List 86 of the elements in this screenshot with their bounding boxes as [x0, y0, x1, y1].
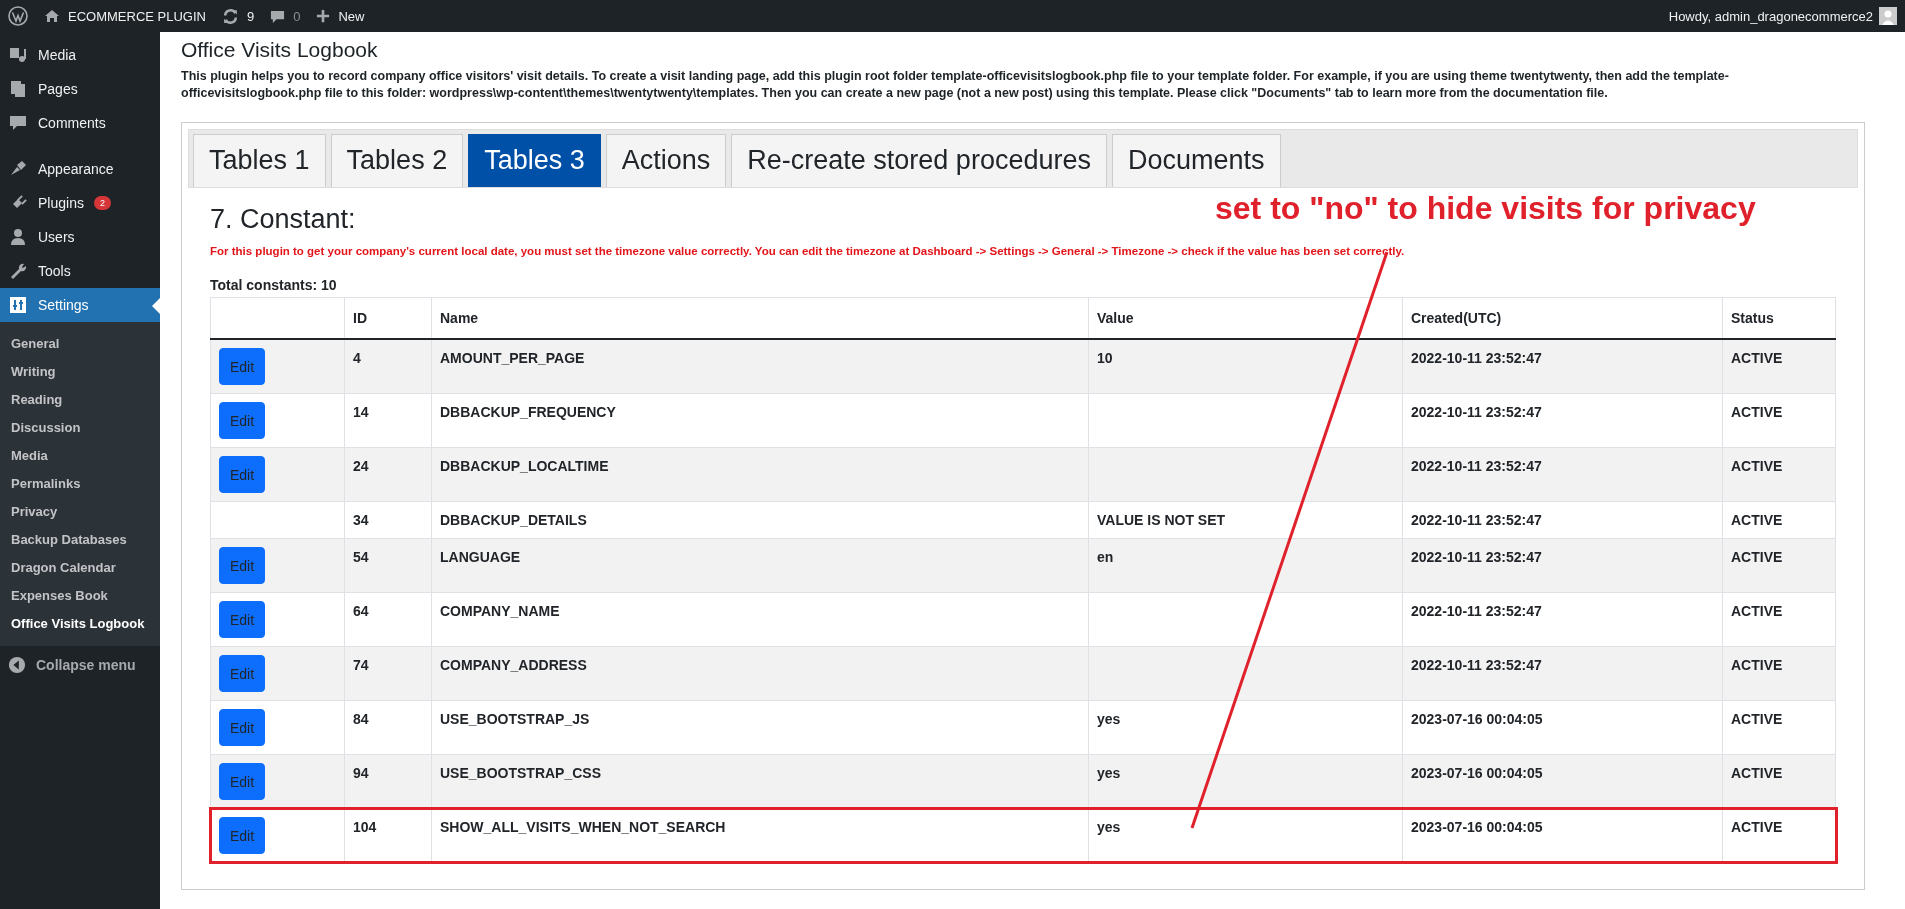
- table-cell: ACTIVE: [1722, 646, 1836, 701]
- submenu-item[interactable]: Backup Databases: [0, 526, 160, 554]
- sidebar-item[interactable]: Users: [0, 220, 160, 254]
- left-arrow-circle-icon: [8, 656, 26, 674]
- table-cell: 54: [344, 538, 432, 593]
- comments-link[interactable]: 0: [270, 8, 301, 24]
- user-greeting[interactable]: Howdy, admin_dragonecommerce2: [1668, 8, 1873, 24]
- tab[interactable]: Documents: [1111, 134, 1281, 187]
- sidebar-item[interactable]: Settings: [0, 288, 160, 322]
- tab[interactable]: Tables 2: [330, 134, 464, 187]
- submenu-item[interactable]: Writing: [0, 358, 160, 386]
- total-count: Total constants: 10: [210, 277, 338, 293]
- tab[interactable]: Tables 3: [468, 134, 601, 187]
- sliders-icon: [8, 295, 28, 315]
- table-cell: ACTIVE: [1722, 393, 1836, 448]
- avatar-icon: [1879, 7, 1897, 25]
- table-cell: yes: [1088, 754, 1403, 809]
- tab[interactable]: Re-create stored procedures: [731, 134, 1107, 187]
- table-cell: 2022-10-11 23:52:47: [1402, 592, 1723, 647]
- site-link[interactable]: ECOMMERCE PLUGIN: [44, 8, 206, 24]
- table-cell: 34: [344, 501, 432, 539]
- media-icon: [8, 45, 28, 65]
- table-cell: ACTIVE: [1722, 501, 1836, 539]
- table-cell: 2022-10-11 23:52:47: [1402, 447, 1723, 502]
- table-cell: DBBACKUP_DETAILS: [431, 501, 1089, 539]
- user-icon: [8, 227, 28, 247]
- sidebar-item[interactable]: Comments: [0, 106, 160, 140]
- sidebar-item[interactable]: Media: [0, 38, 160, 72]
- table-cell: 2022-10-11 23:52:47: [1402, 501, 1723, 539]
- new-link[interactable]: New: [316, 8, 365, 24]
- plugin-description: This plugin helps you to record company office visitors' visit details. To create a visit landing page, add this plugin root folder template-officevisitslogbook.php file to your template folder. For example, if you are using theme twentytwenty, then add the template-officevisitslogbook.php file to this folder: wordpress\wp-content\themes\twentytwenty\templates. Then you can create a new page (not a new post) using this template. Please click "Documents" tab to learn more from the documentation file.: [181, 68, 1730, 102]
- table-cell: ACTIVE: [1722, 592, 1836, 647]
- table-cell: 64: [344, 592, 432, 647]
- page-title: Office Visits Logbook: [181, 38, 379, 62]
- table-cell: 2022-10-11 23:52:47: [1402, 646, 1723, 701]
- submenu-item[interactable]: Privacy: [0, 498, 160, 526]
- sidebar-item[interactable]: Tools: [0, 254, 160, 288]
- pages-icon: [8, 79, 28, 99]
- table-cell: USE_BOOTSTRAP_CSS: [431, 754, 1089, 809]
- table-cell: 74: [344, 646, 432, 701]
- table-cell: 2022-10-11 23:52:47: [1402, 393, 1723, 448]
- refresh-icon: [221, 7, 239, 25]
- table-cell: LANGUAGE: [431, 538, 1089, 593]
- submenu-item[interactable]: Expenses Book: [0, 582, 160, 610]
- submenu-item[interactable]: Media: [0, 442, 160, 470]
- plus-icon: [316, 9, 331, 23]
- table-cell: COMPANY_ADDRESS: [431, 646, 1089, 701]
- table-cell: 94: [344, 754, 432, 809]
- submenu-item[interactable]: Discussion: [0, 414, 160, 442]
- submenu-item[interactable]: Reading: [0, 386, 160, 414]
- submenu-item[interactable]: Permalinks: [0, 470, 160, 498]
- table-cell: en: [1088, 538, 1403, 593]
- submenu-item[interactable]: Dragon Calendar: [0, 554, 160, 582]
- table-cell: 24: [344, 447, 432, 502]
- table-cell: ACTIVE: [1722, 538, 1836, 593]
- submenu-item[interactable]: Office Visits Logbook: [0, 610, 160, 638]
- sidebar-item[interactable]: Appearance: [0, 152, 160, 186]
- table-cell: ACTIVE: [1722, 447, 1836, 502]
- section-heading: 7. Constant:: [210, 204, 356, 235]
- tab[interactable]: Actions: [605, 134, 727, 187]
- wordpress-logo-icon[interactable]: [8, 6, 28, 26]
- updates-link[interactable]: 9: [221, 7, 255, 25]
- speech-bubble-icon: [270, 8, 286, 24]
- count-badge: 2: [93, 196, 111, 210]
- table-cell: 2022-10-11 23:52:47: [1402, 538, 1723, 593]
- table-cell: ACTIVE: [1722, 754, 1836, 809]
- table-cell: 2023-07-16 00:04:05: [1402, 754, 1723, 809]
- table-cell: DBBACKUP_FREQUENCY: [431, 393, 1089, 448]
- submenu-item[interactable]: General: [0, 330, 160, 358]
- tab[interactable]: Tables 1: [193, 134, 326, 187]
- table-cell: ACTIVE: [1722, 700, 1836, 755]
- sidebar-item[interactable]: Plugins 2: [0, 186, 160, 220]
- timezone-notice: For this plugin to get your company's current local date, you must set the timezone value correctly. You can edit the timezone at Dashboard -> Settings -> General -> Timezone -> check if the value has been set correctly.: [210, 245, 1406, 257]
- table-cell: VALUE IS NOT SET: [1088, 501, 1403, 539]
- table-cell: 14: [344, 393, 432, 448]
- sidebar-item[interactable]: Pages: [0, 72, 160, 106]
- home-icon: [44, 8, 60, 24]
- table-cell: USE_BOOTSTRAP_JS: [431, 700, 1089, 755]
- table-cell: 84: [344, 700, 432, 755]
- annotation-text: set to "no" to hide visits for privacy: [1215, 190, 1756, 227]
- table-cell: DBBACKUP_LOCALTIME: [431, 447, 1089, 502]
- speech-bubble-icon: [8, 113, 28, 133]
- table-cell: yes: [1088, 700, 1403, 755]
- table-cell: COMPANY_NAME: [431, 592, 1089, 647]
- table-cell: 2023-07-16 00:04:05: [1402, 700, 1723, 755]
- collapse-menu-button[interactable]: Collapse menu: [0, 646, 160, 684]
